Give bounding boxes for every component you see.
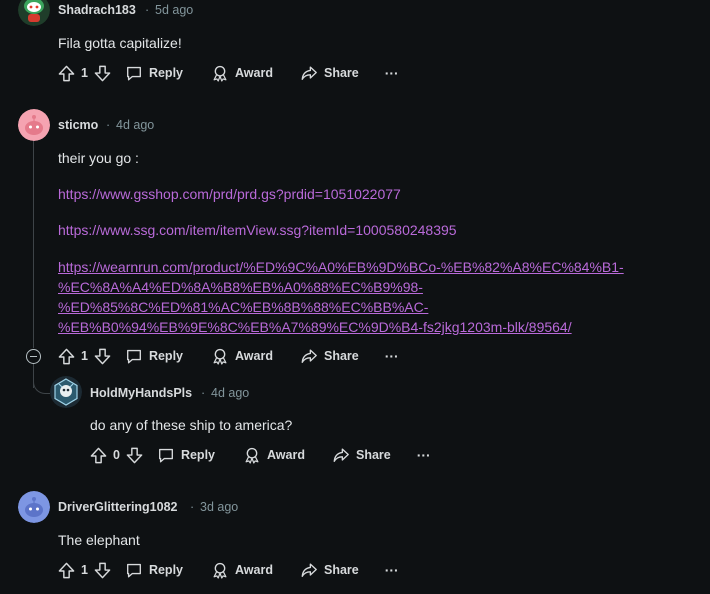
share-icon	[300, 561, 318, 579]
comment-link[interactable]: https://www.ssg.com/item/itemView.ssg?it…	[58, 222, 457, 238]
comment-actions: 0 Reply Award Share ···	[89, 441, 431, 469]
comment-timestamp: 4d ago	[211, 386, 250, 400]
vote-score: 0	[113, 448, 120, 462]
snoo-avatar-icon	[18, 0, 50, 26]
avatar[interactable]	[18, 491, 50, 523]
award-label: Award	[235, 66, 273, 80]
award-button[interactable]: Award	[243, 446, 305, 464]
meta-separator: ·	[190, 500, 195, 514]
more-options-button[interactable]: ···	[385, 562, 399, 578]
thread-branch-curve	[33, 370, 50, 394]
snoo-avatar-icon	[18, 109, 50, 141]
award-icon	[211, 561, 229, 579]
upvote-icon[interactable]	[57, 347, 76, 366]
vote-score: 1	[81, 66, 88, 80]
more-options-button[interactable]: ···	[385, 65, 399, 81]
award-button[interactable]: Award	[211, 561, 273, 579]
award-label: Award	[235, 563, 273, 577]
share-label: Share	[323, 563, 359, 577]
reply-label: Reply	[148, 349, 183, 363]
comments-page: Shadrach183 · 5d ago Fila gotta capitali…	[0, 0, 710, 594]
share-button[interactable]: Share	[300, 347, 359, 365]
vote-group: 0	[89, 446, 144, 465]
reply-button[interactable]: Reply	[125, 347, 183, 365]
award-icon	[211, 64, 229, 82]
comment-username[interactable]: DriverGlittering1082	[58, 500, 178, 514]
vote-group: 1	[57, 561, 112, 580]
award-icon	[211, 347, 229, 365]
link-line: %EB%B0%94%EB%9E%8C%EB%A7%89%EC%9D%B4-fs2…	[58, 319, 572, 335]
avatar[interactable]	[18, 0, 50, 26]
comment-bubble-icon	[125, 347, 143, 365]
meta-separator: ·	[106, 118, 111, 132]
reply-label: Reply	[148, 66, 183, 80]
comment-username[interactable]: Shadrach183	[58, 3, 136, 17]
share-button[interactable]: Share	[300, 561, 359, 579]
reply-button[interactable]: Reply	[125, 64, 183, 82]
share-icon	[300, 64, 318, 82]
award-button[interactable]: Award	[211, 64, 273, 82]
reply-button[interactable]: Reply	[125, 561, 183, 579]
comment-bubble-icon	[125, 64, 143, 82]
share-icon	[300, 347, 318, 365]
comment-timestamp: 5d ago	[155, 3, 194, 17]
comment-actions: 1 Reply Award Share ···	[57, 556, 399, 584]
downvote-icon[interactable]	[93, 347, 112, 366]
share-button[interactable]: Share	[332, 446, 391, 464]
snoo-avatar-icon	[18, 491, 50, 523]
comment-actions: 1 Reply Award Share ···	[57, 342, 399, 370]
award-icon	[243, 446, 261, 464]
reply-button[interactable]: Reply	[157, 446, 215, 464]
share-button[interactable]: Share	[300, 64, 359, 82]
comment-body: Fila gotta capitalize!	[58, 35, 182, 51]
comment-username[interactable]: sticmo	[58, 118, 98, 132]
thread-line	[33, 140, 35, 348]
link-line: %ED%85%8C%ED%81%AC%EB%8B%88%EC%BB%AC-	[58, 299, 429, 315]
link-line: %EC%8A%A4%ED%8A%B8%EB%A0%88%EC%B9%98-	[58, 279, 423, 295]
reply-label: Reply	[180, 448, 215, 462]
vote-score: 1	[81, 563, 88, 577]
comment-username[interactable]: HoldMyHandsPls	[90, 386, 192, 400]
share-label: Share	[355, 448, 391, 462]
meta-separator: ·	[145, 3, 150, 17]
comment-body: The elephant	[58, 532, 140, 548]
comment-bubble-icon	[157, 446, 175, 464]
downvote-icon[interactable]	[93, 561, 112, 580]
meta-separator: ·	[201, 386, 206, 400]
comment-bubble-icon	[125, 561, 143, 579]
comment-body: their you go :	[58, 150, 139, 166]
comment-body: do any of these ship to america?	[90, 417, 293, 433]
more-options-button[interactable]: ···	[385, 348, 399, 364]
comment-link[interactable]: https://www.gsshop.com/prd/prd.gs?prdid=…	[58, 186, 401, 202]
share-label: Share	[323, 66, 359, 80]
vote-score: 1	[81, 349, 88, 363]
downvote-icon[interactable]	[93, 64, 112, 83]
avatar[interactable]	[18, 109, 50, 141]
upvote-icon[interactable]	[57, 64, 76, 83]
downvote-icon[interactable]	[125, 446, 144, 465]
vote-group: 1	[57, 64, 112, 83]
avatar[interactable]	[50, 376, 82, 408]
comment-long-link[interactable]: https://wearnrun.com/product/%ED%9C%A0%E…	[58, 257, 624, 337]
share-label: Share	[323, 349, 359, 363]
link-line: https://wearnrun.com/product/%ED%9C%A0%E…	[58, 259, 624, 275]
upvote-icon[interactable]	[89, 446, 108, 465]
hexagon-avatar-icon	[50, 376, 82, 408]
comment-actions: 1 Reply Award Share ···	[57, 59, 399, 87]
comment-timestamp: 4d ago	[116, 118, 155, 132]
comment-timestamp: 3d ago	[200, 500, 239, 514]
vote-group: 1	[57, 347, 112, 366]
award-label: Award	[267, 448, 305, 462]
award-label: Award	[235, 349, 273, 363]
more-options-button[interactable]: ···	[417, 447, 431, 463]
upvote-icon[interactable]	[57, 561, 76, 580]
collapse-thread-button[interactable]	[26, 349, 41, 364]
share-icon	[332, 446, 350, 464]
award-button[interactable]: Award	[211, 347, 273, 365]
reply-label: Reply	[148, 563, 183, 577]
